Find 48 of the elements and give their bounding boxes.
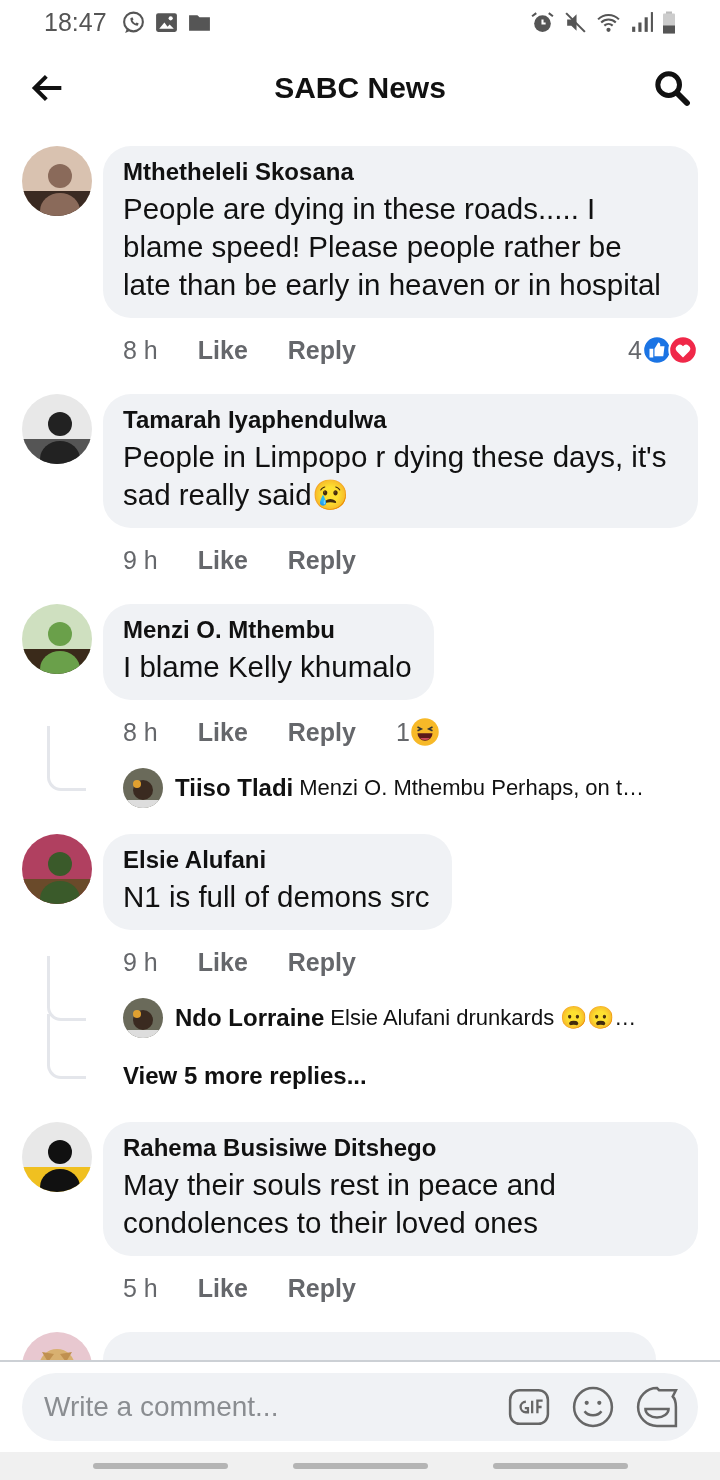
commenter-name[interactable]: Mthetheleli Skosana bbox=[123, 158, 676, 186]
comment-field[interactable]: Write a comment... bbox=[22, 1373, 698, 1441]
whatsapp-icon bbox=[120, 9, 146, 35]
thumbs-up-icon bbox=[642, 335, 672, 365]
like-button[interactable]: Like bbox=[197, 545, 248, 575]
page-title: SABC News bbox=[274, 71, 446, 105]
comment-time: 8 h bbox=[123, 335, 158, 365]
comment-time: 9 h bbox=[123, 947, 158, 977]
reply-button[interactable]: Reply bbox=[287, 335, 356, 365]
like-button[interactable]: Like bbox=[197, 1273, 248, 1303]
comment-time: 9 h bbox=[123, 545, 158, 575]
like-button[interactable]: Like bbox=[197, 335, 248, 365]
commenter-name[interactable]: Rahema Busisiwe Ditshego bbox=[123, 1134, 676, 1162]
comment-text: N1 is full of demons src bbox=[123, 879, 430, 915]
gif-icon[interactable] bbox=[508, 1386, 550, 1428]
reply-button[interactable]: Reply bbox=[287, 1273, 356, 1303]
comment-time: 8 h bbox=[123, 717, 158, 747]
commenter-name[interactable]: Menzi O. Mthembu bbox=[123, 616, 412, 644]
comment-time: 5 h bbox=[123, 1273, 158, 1303]
smiley-icon[interactable] bbox=[572, 1386, 614, 1428]
reply-author[interactable]: Tiiso Tladi bbox=[175, 774, 294, 802]
reply-button[interactable]: Reply bbox=[287, 717, 356, 747]
thread-line bbox=[47, 726, 86, 791]
reply-button[interactable]: Reply bbox=[287, 947, 356, 977]
reaction-count: 1 bbox=[395, 717, 410, 747]
reply-author[interactable]: Ndo Lorraine bbox=[175, 1004, 325, 1032]
status-time: 18:47 bbox=[44, 7, 107, 37]
like-button[interactable]: Like bbox=[197, 717, 248, 747]
like-button[interactable]: Like bbox=[197, 947, 248, 977]
battery-icon bbox=[662, 9, 676, 35]
alarm-icon bbox=[530, 9, 555, 35]
reply-text: Menzi O. Mthembu Perhaps, on t… bbox=[299, 775, 645, 801]
sticker-icon[interactable] bbox=[636, 1386, 678, 1428]
commenter-name[interactable]: Tamarah Iyaphendulwa bbox=[123, 406, 676, 434]
commenter-name[interactable]: Elsie Alufani bbox=[123, 846, 430, 874]
view-more-replies-link[interactable]: View 5 more replies... bbox=[123, 1062, 367, 1090]
laughing-face-icon bbox=[409, 717, 440, 747]
thread-line bbox=[47, 1014, 86, 1079]
comment-text: People are dying in these roads..... I blame speed! Please people rather be late than be early in heaven or in hospital bbox=[123, 191, 662, 303]
reply-button[interactable]: Reply bbox=[287, 545, 356, 575]
comment-input[interactable]: Write a comment... bbox=[42, 1390, 486, 1424]
reply-text: Elsie Alufani drunkards 😦😦… bbox=[330, 1005, 637, 1031]
signal-icon bbox=[629, 9, 654, 35]
reaction-count: 4 bbox=[628, 335, 642, 365]
comment-text: I blame Kelly khumalo bbox=[123, 649, 412, 685]
thread-line bbox=[47, 956, 86, 1021]
comment-text: People in Limpopo r dying these days, it's sad really said😢 bbox=[123, 439, 668, 513]
comment-text: May their souls rest in peace and condolences to their loved ones bbox=[123, 1167, 557, 1241]
